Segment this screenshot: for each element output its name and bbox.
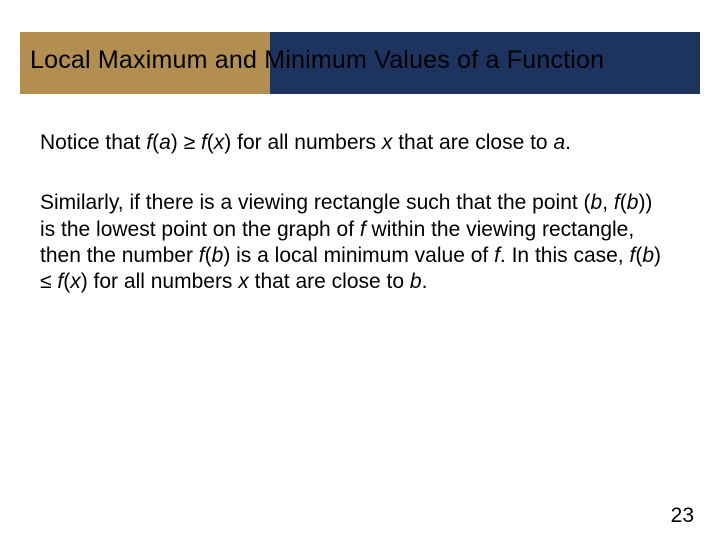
paragraph-2: Similarly, if there is a viewing rectang… [40,190,670,295]
var-b: b [212,244,224,267]
text: . [565,131,571,154]
text: ( [620,191,627,214]
title-bar: Local Maximum and Minimum Values of a Fu… [20,32,700,94]
slide: Local Maximum and Minimum Values of a Fu… [0,0,720,540]
var-x: x [70,270,81,293]
var-b: b [410,270,422,293]
text: that are close to [392,131,553,154]
var-x: x [382,131,393,154]
var-b: b [591,191,603,214]
text: . In this case, [500,244,630,267]
slide-body: Notice that f(a) ≥ f(x) for all numbers … [40,130,670,329]
paragraph-1: Notice that f(a) ≥ f(x) for all numbers … [40,130,670,156]
var-a: a [553,131,565,154]
var-x: x [214,131,225,154]
var-x: x [238,270,249,293]
text: ( [207,131,214,154]
text: ) ≥ [171,131,201,154]
text: Similarly, if there is a viewing rectang… [40,191,591,214]
page-number: 23 [671,504,694,528]
text: Notice that [40,131,146,154]
text: ) for all numbers [81,270,239,293]
text: ) is a local minimum value of [223,244,494,267]
text: , [602,191,614,214]
var-b: b [642,244,654,267]
slide-title: Local Maximum and Minimum Values of a Fu… [30,46,604,75]
text: that are close to [249,270,410,293]
var-a: a [159,131,171,154]
var-b: b [627,191,639,214]
text: ) for all numbers [224,131,382,154]
text: ( [205,244,212,267]
text: . [422,270,428,293]
